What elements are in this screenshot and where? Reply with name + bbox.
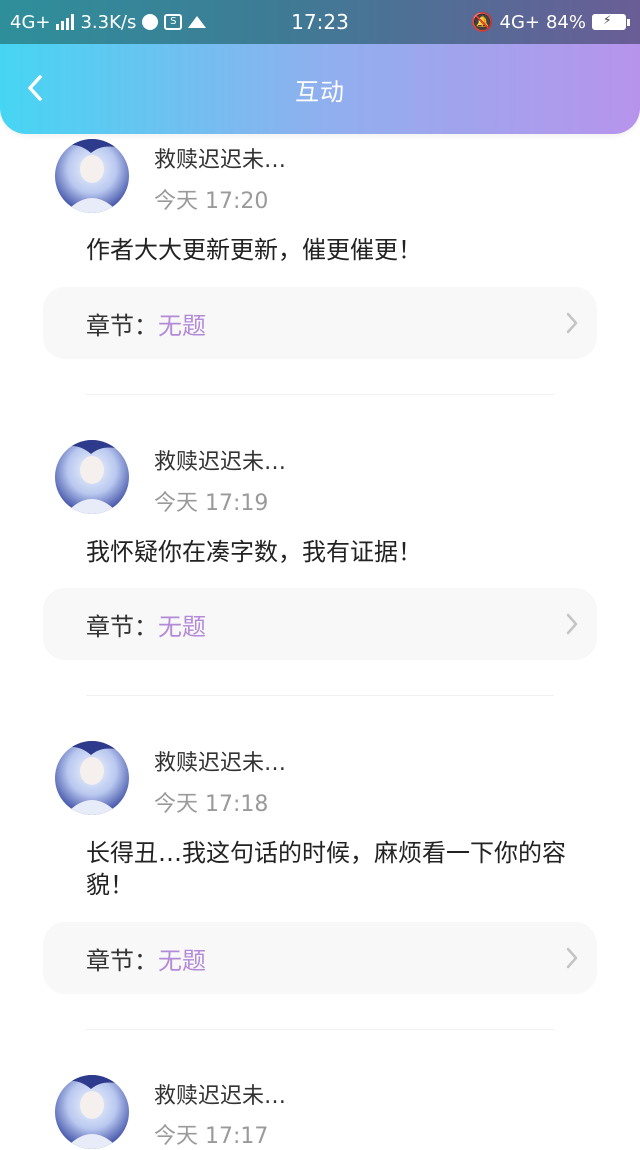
network-type-left: 4G+ — [10, 11, 51, 33]
avatar[interactable] — [55, 440, 129, 514]
chevron-right-icon — [566, 312, 578, 334]
status-left: 4G+ 3.3K/s S — [10, 11, 207, 33]
back-button[interactable] — [20, 68, 50, 108]
username: 救赎迟迟未… — [154, 1084, 287, 1109]
chapter-label: 章节： — [86, 946, 158, 975]
chevron-left-icon — [28, 75, 42, 101]
avatar[interactable] — [55, 741, 129, 815]
divider — [86, 695, 554, 696]
chapter-name: 无题 — [158, 311, 206, 340]
header-bar: 互动 — [0, 44, 640, 134]
network-type-right: 4G+ — [499, 11, 540, 33]
username: 救赎迟迟未… — [154, 751, 287, 776]
comment-time: 今天 17:19 — [154, 491, 269, 516]
comment-time: 今天 17:20 — [154, 189, 269, 214]
crown-icon — [188, 16, 207, 28]
battery-percent: 84% — [545, 11, 586, 33]
chapter-name: 无题 — [158, 946, 206, 975]
comment-text: 我怀疑你在凑字数，我有证据！ — [86, 538, 422, 566]
chapter-link[interactable]: 章节： 无题 — [43, 588, 597, 660]
chapter-link[interactable]: 章节： 无题 — [43, 922, 597, 994]
comment-time: 今天 17:17 — [154, 1124, 269, 1149]
comment-feed[interactable]: 救赎迟迟未… 今天 17:20 作者大大更新更新，催更催更！ 章节： 无题 救赎… — [0, 0, 640, 1149]
network-speed: 3.3K/s — [80, 11, 137, 33]
divider — [86, 394, 554, 395]
chapter-label: 章节： — [86, 311, 158, 340]
chevron-right-icon — [566, 613, 578, 635]
signal-icon — [56, 14, 75, 30]
chapter-link[interactable]: 章节： 无题 — [43, 287, 597, 359]
chapter-name: 无题 — [158, 612, 206, 641]
chapter-label: 章节： — [86, 612, 158, 641]
divider — [86, 1029, 554, 1030]
status-bar: 4G+ 3.3K/s S 17:23 🔕 4G+ 84% — [0, 0, 640, 44]
status-right: 🔕 4G+ 84% — [471, 12, 630, 33]
comment-time: 今天 17:18 — [154, 792, 269, 817]
avatar[interactable] — [55, 139, 129, 213]
chevron-right-icon — [566, 947, 578, 969]
app-notification-icon — [142, 14, 159, 30]
mute-bell-icon: 🔕 — [471, 11, 494, 33]
comment-text: 作者大大更新更新，催更催更！ — [86, 236, 422, 264]
username: 救赎迟迟未… — [154, 148, 287, 173]
comment-text: 长得丑…我这句话的时候，麻烦看一下你的容貌！ — [86, 839, 566, 899]
page-title: 互动 — [295, 77, 345, 106]
battery-icon — [592, 13, 630, 30]
status-time: 17:23 — [291, 10, 349, 34]
s-app-icon: S — [164, 14, 183, 30]
username: 救赎迟迟未… — [154, 450, 287, 475]
